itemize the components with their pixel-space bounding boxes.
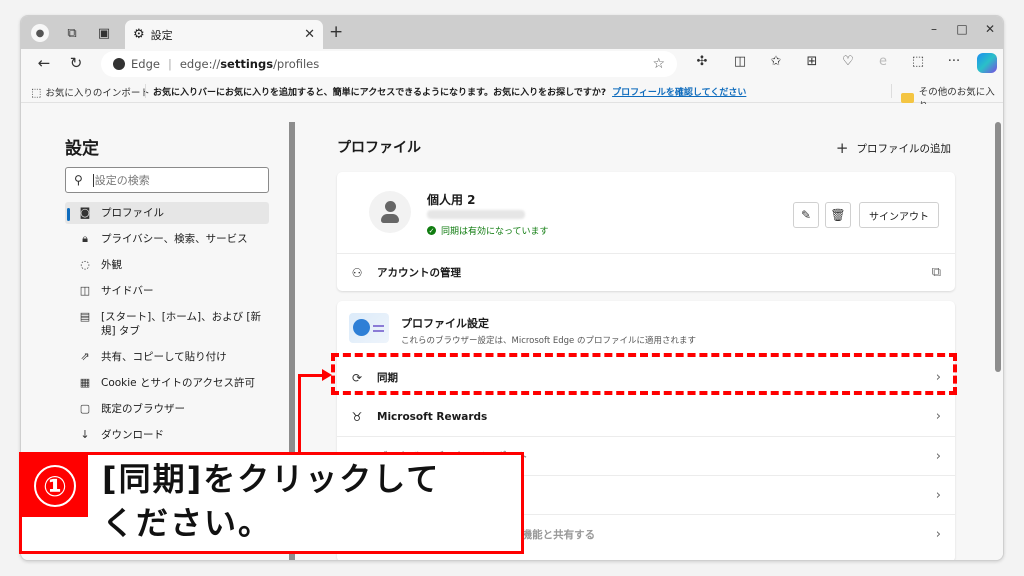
sidebar-item-cookies[interactable]: ▦ Cookie とサイトのアクセス許可 bbox=[65, 372, 269, 394]
default-browser-icon: ▢ bbox=[79, 402, 91, 415]
instruction-callout: ① [同期]をクリックして ください。 bbox=[19, 452, 524, 554]
arrow-head-icon bbox=[322, 369, 332, 381]
callout-arrow-line bbox=[298, 374, 301, 454]
chevron-right-icon: › bbox=[935, 409, 941, 424]
new-tab-button[interactable]: + bbox=[329, 22, 343, 42]
sidebar-item-profile[interactable]: ◙ プロファイル bbox=[65, 202, 269, 224]
copilot-icon[interactable] bbox=[977, 53, 997, 73]
back-icon[interactable]: ← bbox=[33, 54, 55, 72]
chevron-right-icon: › bbox=[935, 448, 941, 464]
appearance-icon: ◌ bbox=[80, 258, 90, 271]
sidebar-item-downloads[interactable]: ↓ ダウンロード bbox=[65, 424, 269, 446]
screenshot-icon[interactable]: ⬚ bbox=[907, 54, 929, 69]
ie-mode-icon[interactable]: e bbox=[872, 54, 894, 69]
navigation-bar: ← ↻ Edge | edge://settings/profiles ☆ ✣ … bbox=[21, 49, 1003, 79]
sign-out-button[interactable]: サインアウト bbox=[859, 202, 939, 228]
rewards-icon: ♉ bbox=[351, 409, 363, 424]
favorite-star-icon[interactable]: ☆ bbox=[652, 56, 665, 72]
sidebar-item-default-browser[interactable]: ▢ 既定のブラウザー bbox=[65, 398, 269, 420]
browser-essentials-icon[interactable]: ♡ bbox=[837, 54, 859, 69]
split-screen-icon[interactable]: ◫ bbox=[729, 54, 751, 69]
delete-profile-button[interactable]: 🗑︎ bbox=[825, 202, 851, 228]
download-icon: ↓ bbox=[80, 428, 90, 441]
site-label: Edge bbox=[131, 57, 160, 71]
sidebar-item-new-tab[interactable]: ▤ [スタート]、[ホーム]、および [新規] タブ bbox=[65, 306, 265, 342]
check-icon: ✓ bbox=[427, 226, 436, 235]
person-icon: ⚇ bbox=[351, 265, 363, 280]
maximize-button[interactable]: □ bbox=[947, 22, 977, 36]
sidebar-item-privacy[interactable]: 🔒︎ プライバシー、検索、サービス bbox=[65, 228, 269, 250]
favorites-bar: ⬚ お気に入りのインポート お気に入りバーにお気に入りを追加すると、簡単にアクセ… bbox=[21, 79, 1003, 112]
profile-settings-subtitle: これらのブラウザー設定は、Microsoft Edge のプロファイルに適用され… bbox=[401, 336, 696, 346]
url-bold: settings bbox=[220, 57, 274, 71]
profile-card: 個人用 2 ✓ 同期は有効になっています ✎ 🗑︎ サインアウト ⚇ アカウント… bbox=[337, 172, 955, 291]
profile-settings-title: プロファイル設定 bbox=[401, 317, 489, 330]
import-favorites-button[interactable]: ⬚ お気に入りのインポート bbox=[31, 85, 150, 100]
profile-avatar-icon[interactable]: ● bbox=[29, 22, 51, 44]
pencil-icon: ✎ bbox=[800, 208, 812, 222]
tab-title: 設定 bbox=[150, 28, 173, 42]
minimize-button[interactable]: – bbox=[919, 22, 949, 36]
settings-title: 設定 bbox=[65, 139, 99, 159]
more-icon[interactable]: ··· bbox=[943, 54, 965, 69]
folder-icon bbox=[901, 93, 914, 103]
sidebar-item-share[interactable]: ⇗ 共有、コピーして貼り付け bbox=[65, 346, 269, 368]
workspaces-icon[interactable]: ⧉ bbox=[61, 22, 83, 44]
tab-settings[interactable]: ⚙ 設定 ✕ bbox=[125, 20, 323, 49]
chevron-right-icon: › bbox=[935, 526, 941, 542]
extensions-icon[interactable]: ✣ bbox=[691, 54, 713, 69]
sidebar-item-sidebar[interactable]: ◫ サイドバー bbox=[65, 280, 269, 302]
lock-icon: 🔒︎ bbox=[82, 232, 88, 245]
page-scrollbar[interactable] bbox=[995, 122, 1001, 372]
gear-icon: ⚙ bbox=[133, 27, 145, 42]
edge-logo-icon bbox=[113, 58, 125, 70]
step-number: ① bbox=[34, 465, 76, 507]
profile-settings-icon bbox=[349, 313, 389, 343]
add-profile-button[interactable]: + プロファイルの追加 bbox=[836, 139, 951, 157]
favorites-icon[interactable]: ✩ bbox=[765, 54, 787, 69]
import-icon: ⬚ bbox=[31, 85, 42, 99]
new-tab-icon: ▤ bbox=[79, 310, 91, 323]
sidebar-item-appearance[interactable]: ◌ 外観 bbox=[65, 254, 269, 276]
close-window-button[interactable]: ✕ bbox=[975, 22, 1003, 36]
cookie-icon: ▦ bbox=[79, 376, 91, 389]
sync-highlight-box bbox=[331, 353, 957, 395]
manage-account-row[interactable]: ⚇ アカウントの管理 ⧉ bbox=[337, 253, 955, 291]
callout-arrow-line-horizontal bbox=[298, 374, 324, 377]
url-prefix: edge:// bbox=[179, 57, 221, 71]
tab-bar: ● ⧉ ▣ ⚙ 設定 ✕ + – □ ✕ bbox=[21, 16, 1003, 49]
url-suffix: /profiles bbox=[273, 57, 320, 71]
check-profile-link[interactable]: プロフィールを確認してください bbox=[612, 88, 746, 98]
chevron-right-icon: › bbox=[935, 487, 941, 503]
step-badge: ① bbox=[22, 455, 88, 517]
tab-actions-icon[interactable]: ▣ bbox=[93, 22, 115, 44]
sync-status: ✓ 同期は有効になっています bbox=[427, 226, 549, 237]
share-icon: ⇗ bbox=[80, 350, 90, 363]
edit-profile-button[interactable]: ✎ bbox=[793, 202, 819, 228]
profile-icon: ◙ bbox=[79, 206, 91, 219]
refresh-icon[interactable]: ↻ bbox=[65, 54, 87, 72]
avatar bbox=[369, 191, 411, 233]
sidebar-icon: ◫ bbox=[79, 284, 91, 297]
page-title: プロファイル bbox=[337, 140, 421, 156]
settings-search-input[interactable]: ⚲ 設定の検索 bbox=[65, 167, 269, 193]
search-placeholder: 設定の検索 bbox=[94, 174, 150, 187]
trash-icon: 🗑︎ bbox=[830, 208, 846, 222]
profile-email-blurred bbox=[427, 210, 525, 219]
plus-icon: + bbox=[835, 139, 849, 157]
profile-name: 個人用 2 bbox=[427, 193, 476, 207]
instruction-text: [同期]をクリックして ください。 bbox=[102, 460, 441, 542]
search-icon: ⚲ bbox=[74, 173, 83, 187]
address-bar[interactable]: Edge | edge://settings/profiles ☆ bbox=[101, 51, 677, 77]
external-link-icon: ⧉ bbox=[931, 265, 941, 280]
favorites-message: お気に入りバーにお気に入りを追加すると、簡単にアクセスできるようになります。お気… bbox=[153, 88, 747, 98]
close-tab-icon[interactable]: ✕ bbox=[304, 27, 315, 42]
rewards-row[interactable]: ♉ Microsoft Rewards › bbox=[337, 397, 955, 436]
collections-icon[interactable]: ⊞ bbox=[801, 54, 823, 69]
